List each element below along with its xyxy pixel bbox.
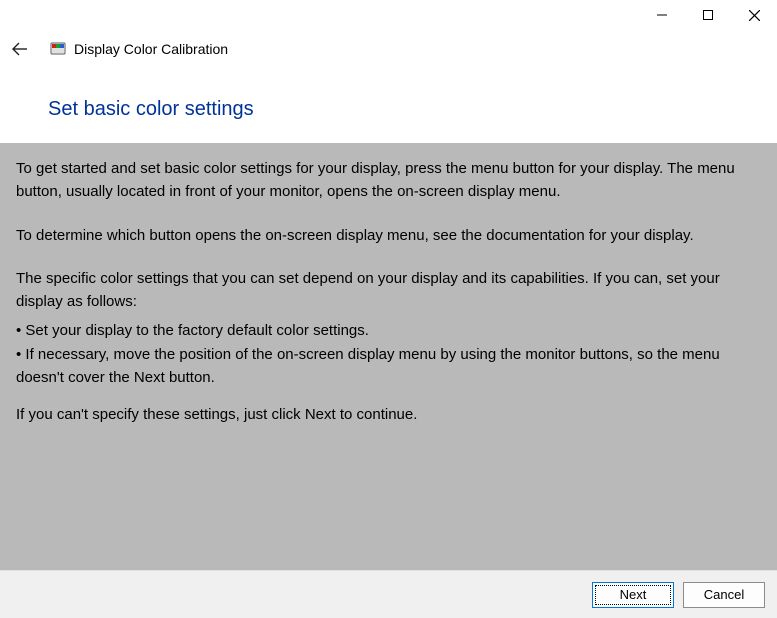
maximize-icon xyxy=(703,10,713,20)
bullet-item-1: • Set your display to the factory defaul… xyxy=(16,319,761,342)
cancel-button-label: Cancel xyxy=(704,587,744,602)
content-area: To get started and set basic color setti… xyxy=(0,143,777,570)
paragraph-2: To determine which button opens the on-s… xyxy=(16,224,761,247)
header-row: Display Color Calibration xyxy=(0,30,777,68)
close-button[interactable] xyxy=(731,0,777,30)
cancel-button[interactable]: Cancel xyxy=(683,582,765,608)
footer: Next Cancel xyxy=(0,570,777,618)
maximize-button[interactable] xyxy=(685,0,731,30)
paragraph-1: To get started and set basic color setti… xyxy=(16,157,761,204)
window-titlebar xyxy=(0,0,777,30)
app-icon xyxy=(50,41,66,57)
bullet-item-2: • If necessary, move the position of the… xyxy=(16,343,761,390)
next-button[interactable]: Next xyxy=(592,582,674,608)
app-title: Display Color Calibration xyxy=(74,41,228,57)
paragraph-4: If you can't specify these settings, jus… xyxy=(16,403,761,426)
next-button-label: Next xyxy=(620,587,647,602)
heading-area: Set basic color settings xyxy=(0,68,777,143)
bullet-list: • Set your display to the factory defaul… xyxy=(16,319,761,389)
minimize-button[interactable] xyxy=(639,0,685,30)
back-arrow-icon xyxy=(11,40,29,58)
page-heading: Set basic color settings xyxy=(48,98,777,121)
app-title-wrap: Display Color Calibration xyxy=(50,41,228,57)
paragraph-3: The specific color settings that you can… xyxy=(16,267,761,314)
minimize-icon xyxy=(657,10,667,20)
close-icon xyxy=(749,10,760,21)
back-button[interactable] xyxy=(10,39,30,59)
